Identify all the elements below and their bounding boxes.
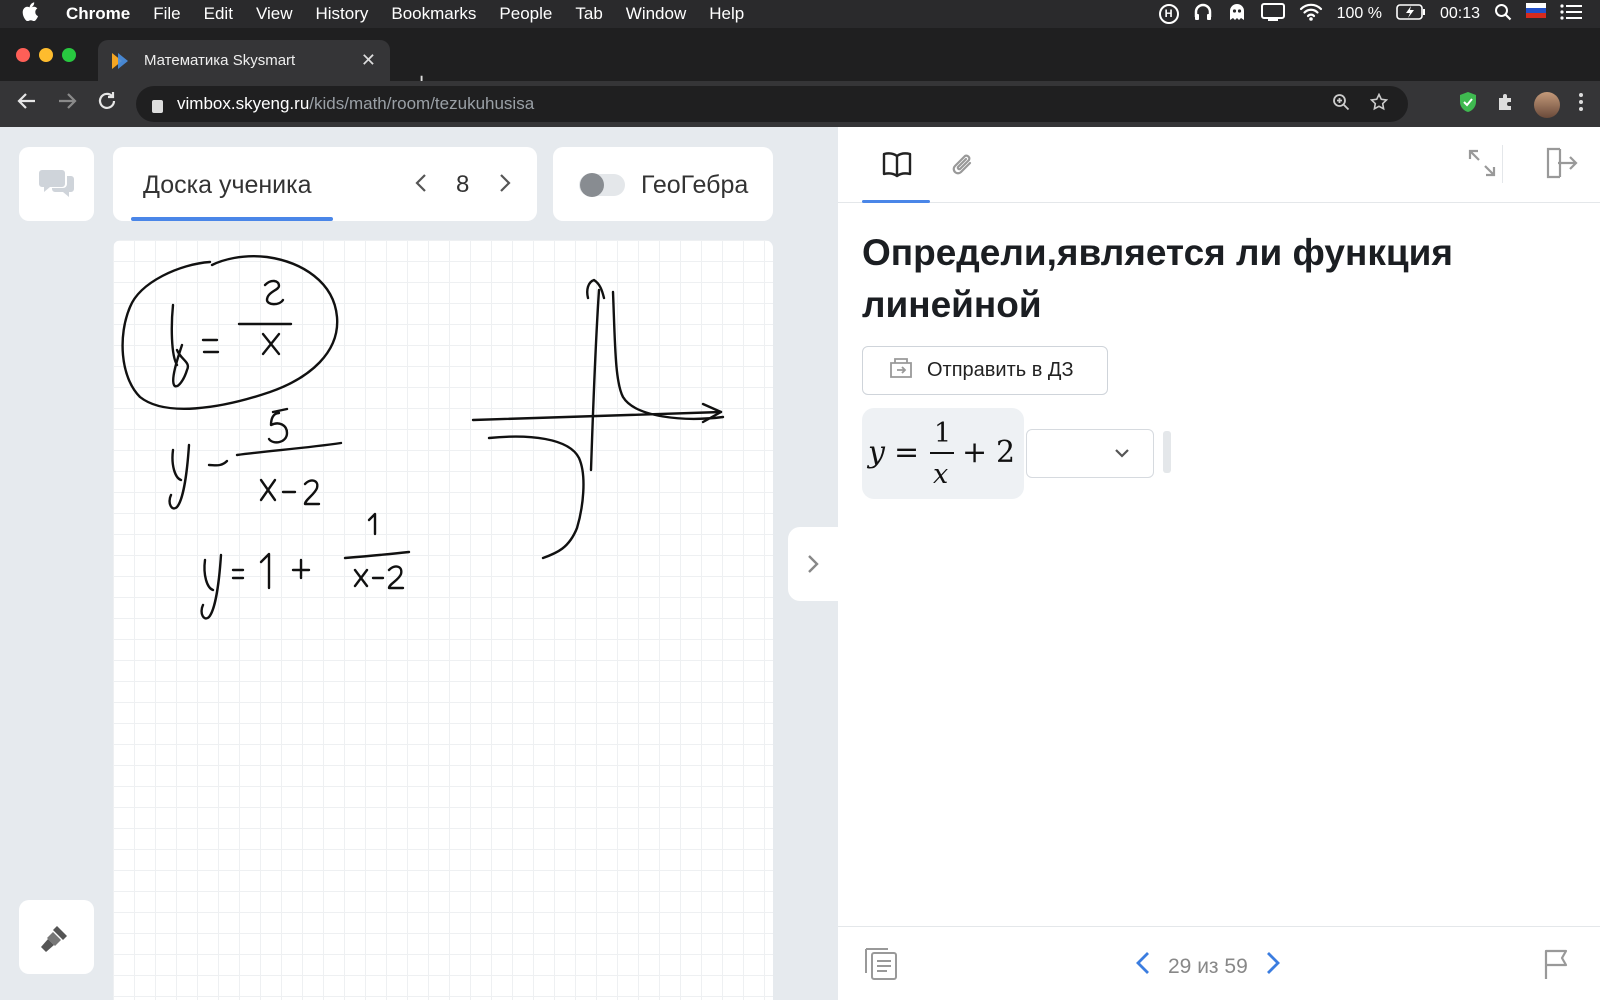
geogebra-label: ГеоГебра bbox=[641, 171, 749, 199]
tab-title: Математика Skysmart bbox=[144, 52, 296, 69]
apple-icon[interactable] bbox=[22, 2, 52, 26]
menu-history[interactable]: History bbox=[315, 4, 368, 24]
menu-file[interactable]: File bbox=[153, 4, 180, 24]
flag-icon[interactable] bbox=[1542, 947, 1572, 986]
omnibox-actions bbox=[1332, 92, 1389, 116]
maximize-window-button[interactable] bbox=[62, 48, 76, 62]
clock-time[interactable]: 00:13 bbox=[1440, 5, 1480, 23]
expand-icon[interactable] bbox=[1466, 147, 1498, 184]
menubar-status-area: H 100 % 00:13 bbox=[1158, 0, 1600, 28]
student-board-header: Доска ученика 8 bbox=[113, 147, 537, 221]
next-task-arrow-icon[interactable] bbox=[1264, 949, 1282, 984]
task-counter: 29 из 59 bbox=[1168, 954, 1248, 978]
paperclip-icon[interactable] bbox=[950, 151, 976, 186]
geogebra-panel: ГеоГебра bbox=[553, 147, 773, 221]
shield-extension-icon[interactable] bbox=[1458, 91, 1478, 119]
prev-page-chevron-icon[interactable] bbox=[413, 169, 429, 202]
profile-avatar[interactable] bbox=[1534, 92, 1560, 118]
macos-menubar: Chrome File Edit View History Bookmarks … bbox=[0, 0, 1600, 28]
brush-icon bbox=[39, 920, 73, 959]
prev-task-arrow-icon[interactable] bbox=[1134, 949, 1152, 984]
toolbar-extensions bbox=[1458, 91, 1584, 119]
svg-text:2: 2 bbox=[996, 435, 1015, 470]
wifi-icon[interactable] bbox=[1299, 3, 1323, 26]
skysmart-favicon-icon bbox=[112, 52, 132, 69]
ghost-icon[interactable] bbox=[1227, 2, 1247, 27]
tab-close-icon[interactable]: ✕ bbox=[361, 50, 376, 71]
homework-icon bbox=[889, 355, 913, 387]
input-scroll-handle[interactable] bbox=[1163, 431, 1171, 473]
headphones-icon[interactable] bbox=[1193, 2, 1213, 27]
menu-view[interactable]: View bbox=[256, 4, 293, 24]
window-controls bbox=[16, 48, 76, 62]
send-to-homework-label: Отправить в ДЗ bbox=[927, 359, 1074, 381]
book-tab-underline bbox=[862, 200, 930, 203]
battery-charging-icon[interactable] bbox=[1396, 3, 1426, 25]
brush-tool-button[interactable] bbox=[19, 900, 94, 974]
task-panel-header bbox=[838, 127, 1600, 203]
header-divider bbox=[1502, 145, 1503, 183]
svg-text:1: 1 bbox=[934, 418, 951, 449]
chat-button[interactable] bbox=[19, 147, 94, 221]
svg-text:+: + bbox=[962, 435, 987, 470]
url-path: /kids/math/room/tezukuhusisa bbox=[309, 94, 535, 113]
h-status-icon[interactable]: H bbox=[1158, 4, 1179, 24]
chat-bubbles-icon bbox=[38, 166, 76, 207]
task-panel-footer: 29 из 59 bbox=[838, 926, 1600, 1000]
task-panel: Определи,является ли функция линейной От… bbox=[838, 127, 1600, 1000]
send-to-homework-button[interactable]: Отправить в ДЗ bbox=[862, 346, 1108, 395]
bookmark-star-icon[interactable] bbox=[1369, 92, 1389, 116]
zoom-icon[interactable] bbox=[1332, 93, 1350, 116]
battery-percent: 100 % bbox=[1336, 5, 1382, 22]
puzzle-extensions-icon[interactable] bbox=[1496, 92, 1516, 118]
address-bar[interactable]: vimbox.skyeng.ru/kids/math/room/tezukuhu… bbox=[136, 86, 1408, 122]
menu-people[interactable]: People bbox=[499, 4, 552, 24]
menu-help[interactable]: Help bbox=[709, 4, 744, 24]
menu-bookmarks[interactable]: Bookmarks bbox=[391, 4, 476, 24]
back-arrow-icon[interactable] bbox=[16, 90, 38, 118]
board-page-number: 8 bbox=[456, 171, 470, 198]
chevron-down-icon bbox=[1113, 444, 1131, 467]
menu-app-name[interactable]: Chrome bbox=[66, 4, 130, 24]
toggle-knob bbox=[580, 173, 604, 197]
browser-toolbar: vimbox.skyeng.ru/kids/math/room/tezukuhu… bbox=[0, 81, 1600, 127]
active-tab-underline bbox=[131, 217, 333, 221]
reload-icon[interactable] bbox=[96, 90, 118, 118]
next-page-chevron-icon[interactable] bbox=[497, 169, 513, 202]
browser-tab-strip: Математика Skysmart ✕ + bbox=[0, 28, 1600, 95]
browser-tab-active[interactable]: Математика Skysmart ✕ bbox=[98, 40, 390, 81]
book-icon[interactable] bbox=[882, 151, 912, 184]
exit-icon[interactable] bbox=[1544, 145, 1578, 186]
task-title: Определи,является ли функция линейной bbox=[862, 232, 1453, 325]
task-pager: 29 из 59 bbox=[1134, 949, 1282, 984]
close-window-button[interactable] bbox=[16, 48, 30, 62]
minimize-window-button[interactable] bbox=[39, 48, 53, 62]
more-menu-icon[interactable] bbox=[1578, 92, 1584, 118]
menu-window[interactable]: Window bbox=[626, 4, 686, 24]
chevron-right-icon bbox=[808, 555, 819, 573]
control-center-icon[interactable] bbox=[1560, 3, 1582, 25]
spotlight-search-icon[interactable] bbox=[1494, 3, 1512, 26]
display-icon[interactable] bbox=[1260, 2, 1285, 26]
svg-text:=: = bbox=[894, 435, 919, 470]
menu-edit[interactable]: Edit bbox=[204, 4, 233, 24]
handwriting-drawing bbox=[121, 255, 725, 620]
svg-text:x: x bbox=[933, 459, 948, 490]
collapse-panel-button[interactable] bbox=[788, 527, 838, 601]
function-formula: y = 1 x + 2 bbox=[862, 408, 1024, 499]
student-board-title[interactable]: Доска ученика bbox=[143, 171, 312, 200]
formula-expression: y = 1 x + 2 bbox=[866, 418, 1015, 490]
svg-text:y: y bbox=[866, 435, 886, 470]
forward-arrow-icon[interactable] bbox=[56, 90, 78, 118]
answer-dropdown[interactable] bbox=[1026, 429, 1154, 478]
url-host: vimbox.skyeng.ru bbox=[177, 94, 310, 113]
russian-flag-icon[interactable] bbox=[1526, 2, 1546, 26]
whiteboard-canvas[interactable] bbox=[113, 240, 773, 1000]
menu-tab[interactable]: Tab bbox=[575, 4, 602, 24]
geogebra-toggle[interactable] bbox=[579, 173, 625, 197]
task-list-icon[interactable] bbox=[864, 945, 898, 986]
lock-icon[interactable] bbox=[152, 99, 163, 113]
